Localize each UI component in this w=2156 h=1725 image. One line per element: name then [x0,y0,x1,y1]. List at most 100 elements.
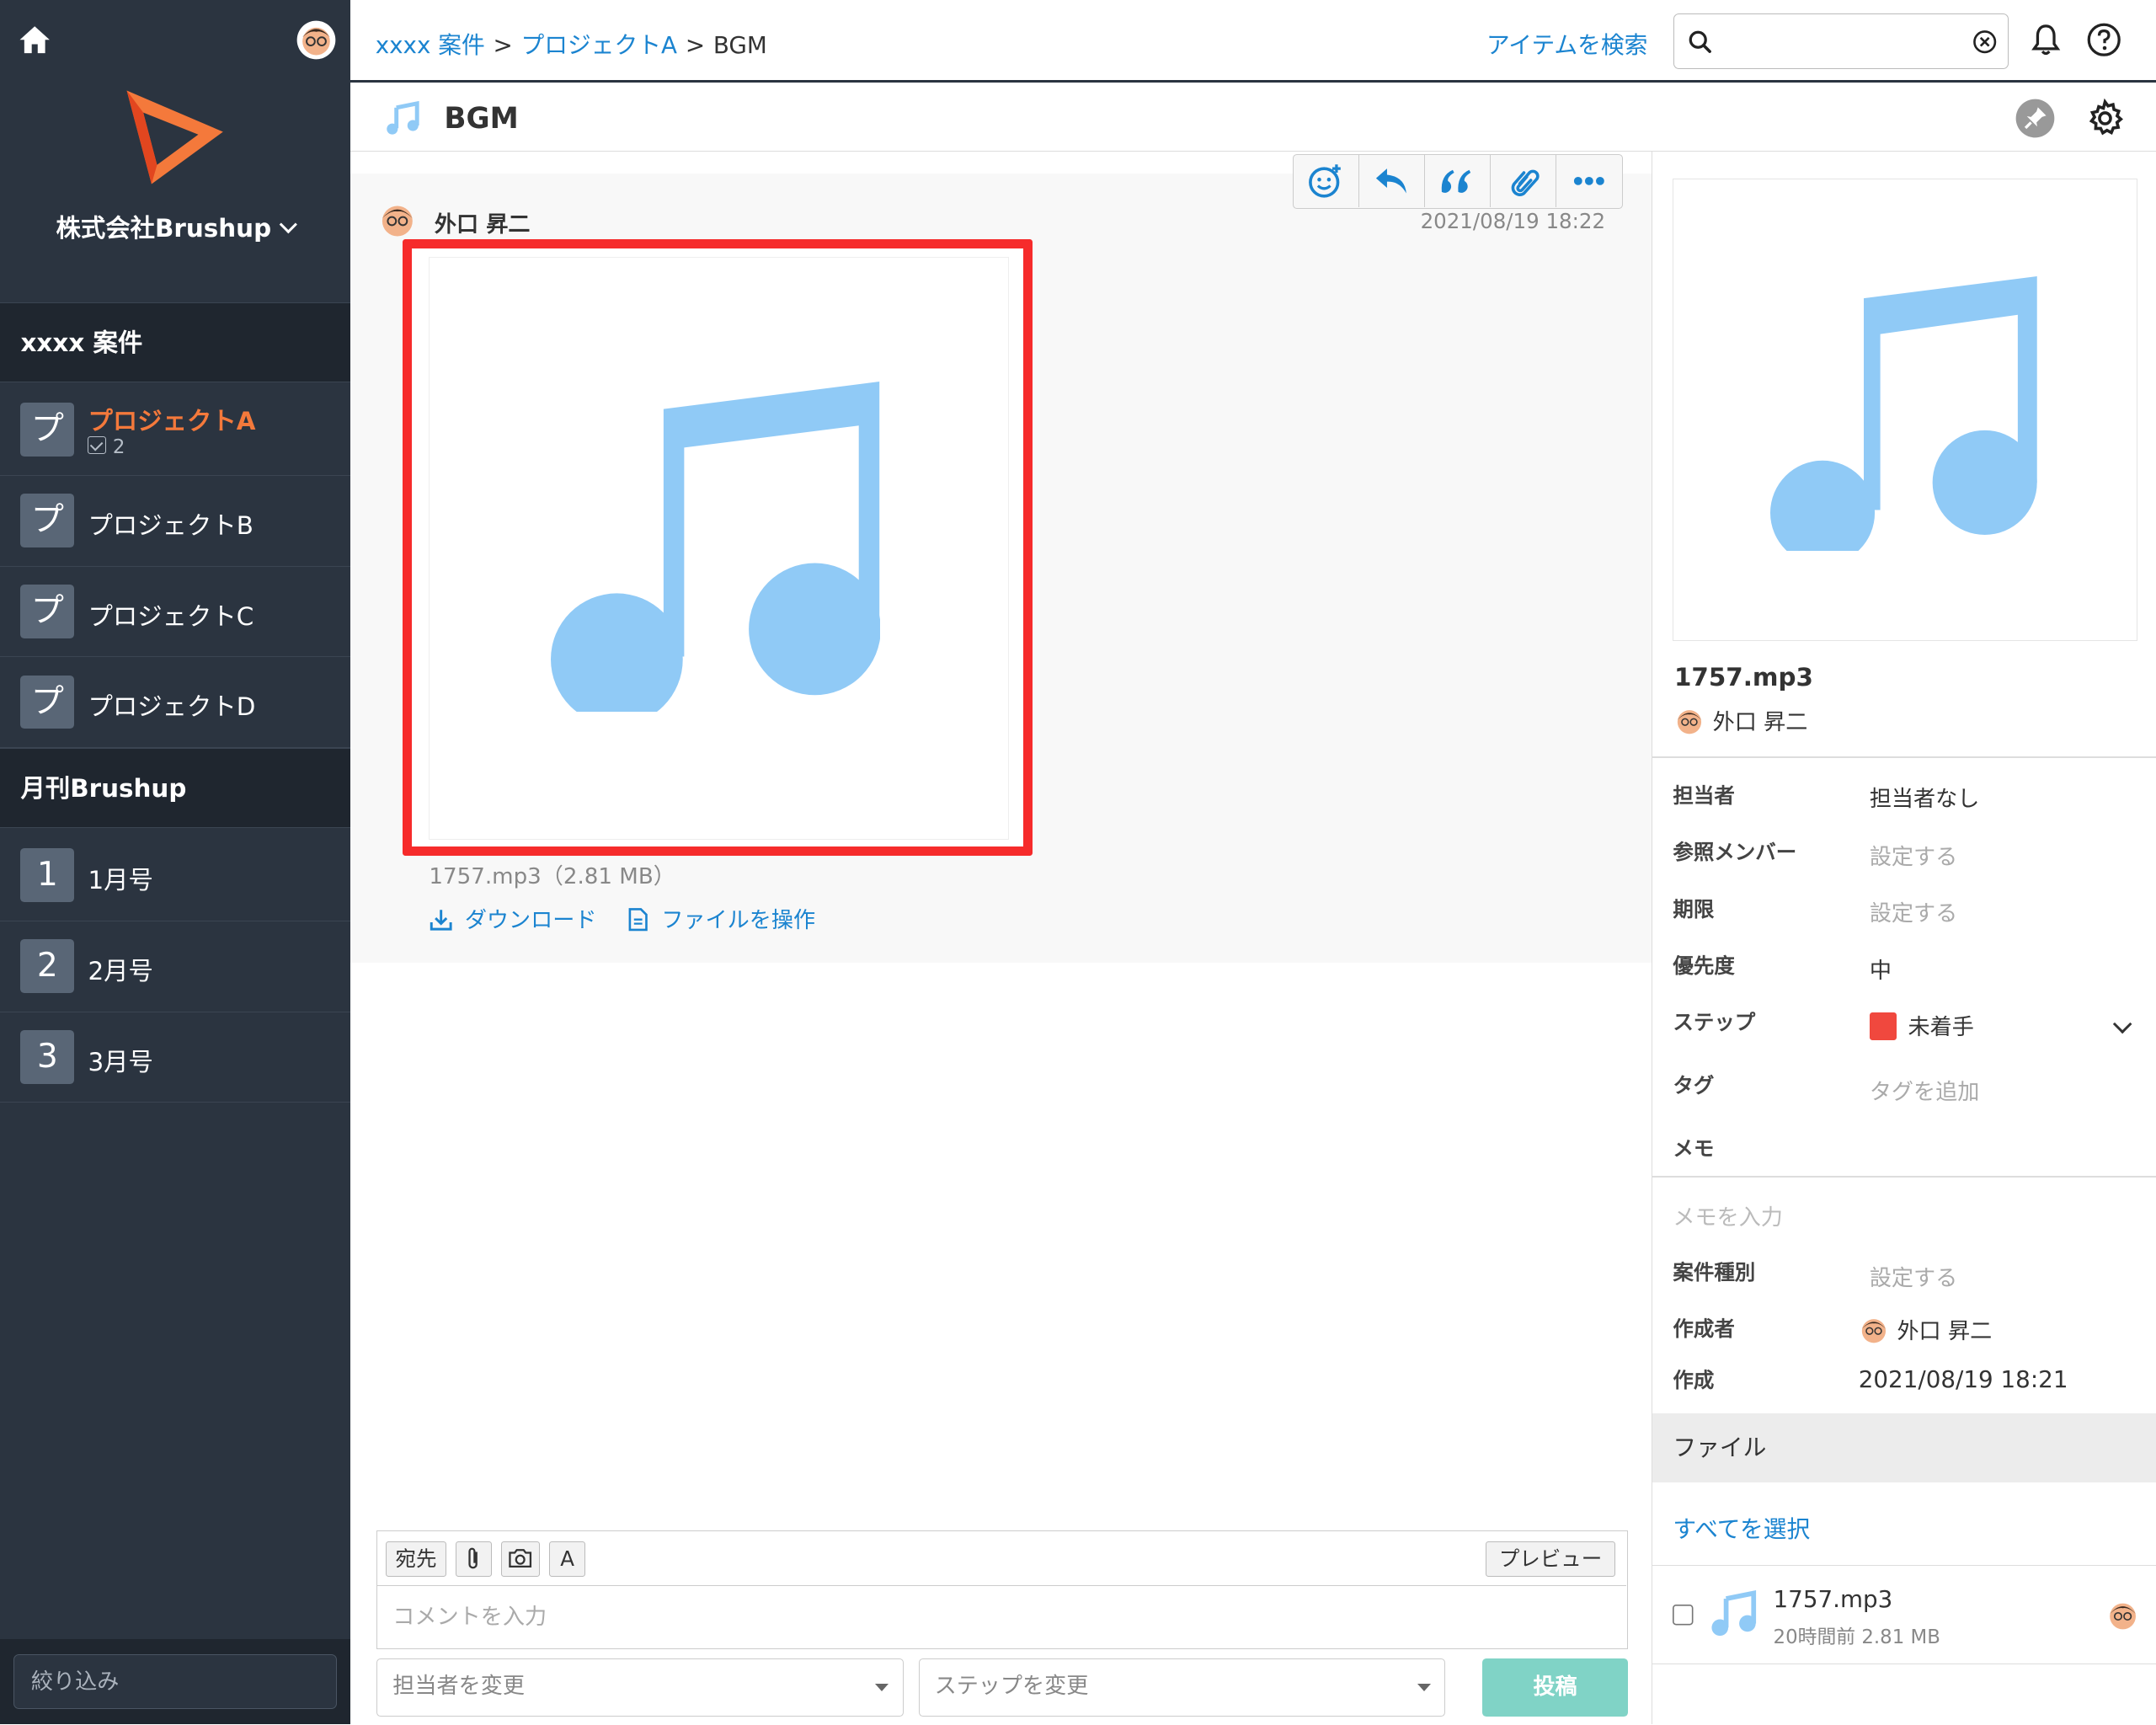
filter-input[interactable] [13,1654,337,1710]
file-preview [428,256,1009,841]
issue-badge: 2 [20,939,75,993]
reply-button[interactable] [1359,154,1425,207]
checkbox-icon [88,435,106,455]
search-icon [1689,30,1712,54]
file-list-meta: 20時間前 2.81 MB [1773,1626,1940,1649]
file-caption: 1757.mp3（2.81 MB） [429,863,675,889]
prop-label-memo: メモ [1673,1136,1715,1162]
file-operate-label: ファイルを操作 [661,908,816,934]
file-list-item[interactable]: 1757.mp3 20時間前 2.81 MB [1652,1565,2156,1664]
sidebar-section-title: 月刊Brushup [0,748,351,828]
camera-button[interactable] [501,1541,540,1578]
file-actions: ダウンロード ファイルを操作 [429,902,815,934]
sidebar-item-label: 2月号 [88,956,153,985]
page-title: BGM [444,101,519,136]
step-select[interactable]: ステップを変更 [918,1658,1445,1717]
preview-button[interactable]: プレビュー [1486,1541,1615,1578]
prop-label-tags: タグ [1673,1073,1715,1098]
more-button[interactable] [1556,155,1622,207]
comment-composer: 宛先 A プレビュー [376,1530,1629,1649]
file-preview-highlight[interactable] [403,239,1033,856]
sidebar-section-title: xxxx 案件 [0,302,351,382]
gear-icon[interactable] [2084,98,2126,139]
mention-button[interactable]: 宛先 [386,1541,446,1578]
prop-label-due: 期限 [1673,897,1715,922]
link-icon [1511,169,1540,196]
step-value[interactable]: 未着手 [1869,1009,1974,1041]
prop-label-creator: 作成者 [1673,1316,1735,1342]
quote-button[interactable] [1425,154,1491,207]
sidebar-item-project-a[interactable]: プ プロジェクトA 2 [0,385,351,476]
prop-label-step: ステップ [1673,1010,1756,1035]
comment-input[interactable] [377,1588,1626,1648]
memo-input[interactable]: メモを入力 [1673,1199,1783,1231]
file-list-name: 1757.mp3 [1773,1584,1893,1613]
brushup-logo-icon [126,90,223,184]
download-label: ダウンロード [464,908,597,934]
prop-label-members: 参照メンバー [1673,839,1797,864]
due-set-link[interactable]: 設定する [1870,895,1957,927]
sidebar-item-label: プロジェクトA [88,406,256,435]
company-switcher[interactable]: 株式会社Brushup [0,209,350,244]
item-search-link[interactable]: アイテムを検索 [1486,26,1647,60]
sidebar-item-issue-3[interactable]: 3 3月号 [0,1012,351,1103]
breadcrumb-separator: > [493,31,513,60]
sidebar-item-project-d[interactable]: プ プロジェクトD [0,657,351,749]
copy-link-button[interactable] [1491,154,1556,207]
home-icon[interactable] [17,22,52,57]
main-content: 外口 昇二 2021/08/19 18:22 1757.mp3（2.81 MB） [350,151,1652,1725]
attach-button[interactable] [456,1541,492,1578]
chevron-down-icon[interactable] [2112,1014,2132,1034]
user-avatar[interactable] [296,19,337,61]
file-name: 1757.mp3 [1673,662,1813,692]
breadcrumb-current: BGM [712,31,767,60]
prop-label-category: 案件種別 [1673,1260,1756,1285]
priority-value[interactable]: 中 [1870,953,1892,985]
search-box [1673,13,2009,69]
camera-icon [509,1549,532,1568]
file-thumbnail[interactable] [1673,179,2138,641]
breadcrumb-root[interactable]: xxxx 案件 [376,31,485,59]
creator-avatar [1861,1319,1886,1343]
breadcrumb-project[interactable]: プロジェクトA [521,31,677,59]
sidebar-item-issue-2[interactable]: 2 2月号 [0,921,351,1012]
search-input[interactable] [1721,23,1967,59]
caret-down-icon [1417,1684,1431,1691]
sidebar: 株式会社Brushup xxxx 案件 プ プロジェクトA 2 プ プロジェクト… [0,0,351,1725]
breadcrumb-separator: > [685,31,706,60]
sidebar-item-label: 1月号 [88,866,153,895]
pin-icon[interactable] [2015,98,2056,139]
category-set-link[interactable]: 設定する [1870,1260,1957,1292]
members-set-link[interactable]: 設定する [1870,839,1957,871]
sidebar-item-issue-1[interactable]: 1 1月号 [0,830,351,921]
post-button[interactable]: 投稿 [1482,1658,1629,1717]
owner-avatar [1677,710,1702,734]
issue-badge: 3 [20,1029,75,1084]
file-operate-link[interactable]: ファイルを操作 [626,907,816,934]
add-tag-link[interactable]: タグを追加 [1870,1074,1980,1106]
divider [1652,756,2156,758]
composer-toolbar: 宛先 A プレビュー [377,1531,1626,1587]
add-reaction-button[interactable] [1294,154,1359,207]
step-color-swatch [1869,1012,1897,1040]
assignee-value[interactable]: 担当者なし [1870,781,1980,813]
text-format-button[interactable]: A [549,1541,585,1578]
bell-icon[interactable] [2028,22,2063,57]
clear-icon[interactable] [1972,29,1997,54]
author-avatar [382,206,413,237]
top-bar: xxxx 案件 > プロジェクトA > BGM アイテムを検索 [350,0,2156,83]
file-owner: 外口 昇二 [1674,704,1807,736]
help-icon[interactable] [2086,22,2121,57]
files-section-header: ファイル [1652,1413,2156,1483]
sidebar-item-project-c[interactable]: プ プロジェクトC [0,567,351,658]
file-checkbox[interactable] [1673,1604,1695,1626]
sidebar-item-project-b[interactable]: プ プロジェクトB [0,476,351,567]
select-all-link[interactable]: すべてを選択 [1673,1510,1810,1544]
download-link[interactable]: ダウンロード [429,908,603,933]
sidebar-item-label: プロジェクトC [88,601,254,631]
assignee-select[interactable]: 担当者を変更 [376,1658,904,1717]
document-icon [628,907,648,931]
quote-icon [1442,169,1471,193]
details-panel: 1757.mp3 外口 昇二 担当者 担当者なし 参照メンバー 設定する 期限 … [1651,151,2156,1725]
music-note-icon [1769,275,2037,552]
